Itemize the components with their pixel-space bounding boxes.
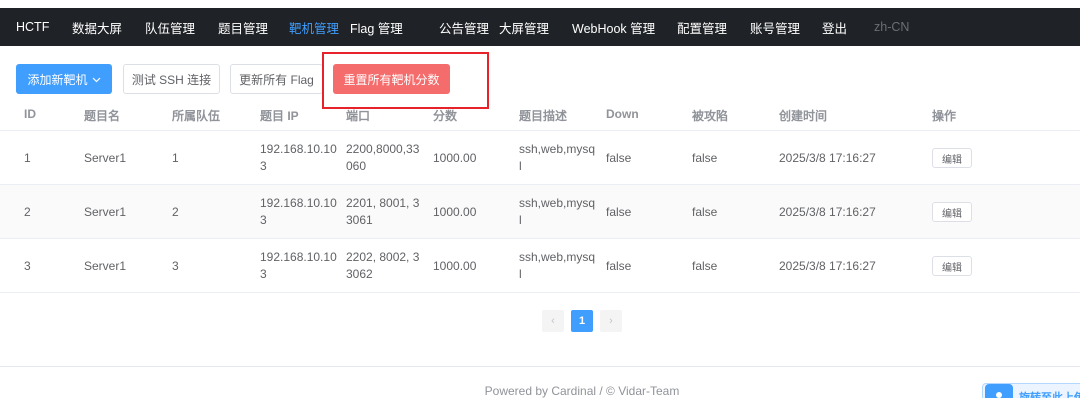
cell-description: ssh,web,mysq l	[519, 196, 596, 227]
pagination-page-1[interactable]: 1	[571, 310, 593, 332]
cell-ip: 192.168.10.10 3	[260, 250, 337, 281]
header-name: 题目名	[84, 109, 121, 123]
floating-upload-button[interactable]: 旋转至此上传	[982, 383, 1080, 398]
header-id: ID	[24, 107, 36, 121]
top-navbar: HCTF 数据大屏 队伍管理 题目管理 靶机管理 Flag 管理 公告管理 大屏…	[0, 8, 1080, 46]
cell-attacked: false	[692, 151, 718, 165]
cell-down: false	[606, 151, 632, 165]
cell-attacked: false	[692, 259, 718, 273]
header-attacked: 被攻陷	[692, 109, 729, 123]
header-team: 所属队伍	[172, 109, 221, 123]
update-all-flags-button[interactable]: 更新所有 Flag	[230, 64, 323, 94]
nav-item-config[interactable]: 配置管理	[677, 18, 750, 37]
cell-port: 2200,8000,33 060	[346, 142, 420, 173]
edit-button[interactable]: 编辑	[932, 148, 972, 168]
header-description: 题目描述	[519, 109, 568, 123]
nav-item-challenges[interactable]: 题目管理	[218, 18, 289, 37]
highlight-annotation-box	[322, 52, 489, 109]
cell-down: false	[606, 205, 632, 219]
nav-item-accounts[interactable]: 账号管理	[750, 18, 822, 37]
cell-created: 2025/3/8 17:16:27	[779, 259, 876, 273]
edit-button[interactable]: 编辑	[932, 202, 972, 222]
cell-created: 2025/3/8 17:16:27	[779, 205, 876, 219]
cell-id: 3	[24, 259, 31, 273]
edit-button[interactable]: 编辑	[932, 256, 972, 276]
cell-team: 2	[172, 205, 179, 219]
cell-port: 2202, 8002, 3 3062	[346, 250, 420, 281]
add-gamebox-button[interactable]: 添加新靶机	[16, 64, 112, 94]
cell-ip: 192.168.10.10 3	[260, 196, 337, 227]
floating-upload-label: 旋转至此上传	[1019, 392, 1080, 398]
cell-team: 3	[172, 259, 179, 273]
cell-id: 1	[24, 151, 31, 165]
cell-score: 1000.00	[433, 205, 477, 219]
cell-attacked: false	[692, 205, 718, 219]
test-ssh-button[interactable]: 测试 SSH 连接	[123, 64, 220, 94]
cell-name: Server1	[84, 205, 127, 219]
cell-name: Server1	[84, 259, 127, 273]
nav-item-logout[interactable]: 登出	[822, 18, 874, 37]
cell-ip: 192.168.10.10 3	[260, 142, 337, 173]
cell-down: false	[606, 259, 632, 273]
header-created: 创建时间	[779, 109, 828, 123]
nav-item-webhook[interactable]: WebHook 管理	[572, 18, 677, 37]
chevron-down-icon	[92, 72, 101, 86]
nav-item-screen-mgmt[interactable]: 大屏管理	[499, 18, 572, 37]
pagination-prev-button[interactable]: ‹	[542, 310, 564, 332]
header-ip: 题目 IP	[260, 109, 299, 123]
cell-created: 2025/3/8 17:16:27	[779, 151, 876, 165]
add-gamebox-label: 添加新靶机	[27, 72, 88, 87]
header-divider	[0, 130, 1080, 131]
row-divider	[0, 238, 1080, 239]
cell-description: ssh,web,mysq l	[519, 250, 596, 281]
cell-score: 1000.00	[433, 151, 477, 165]
footer-text: Powered by Cardinal / © Vidar-Team	[484, 384, 680, 398]
nav-item-data-screen[interactable]: 数据大屏	[72, 18, 145, 37]
cell-name: Server1	[84, 151, 127, 165]
header-down: Down	[606, 107, 639, 121]
upload-icon	[985, 384, 1013, 398]
footer-divider	[0, 366, 1080, 367]
cell-score: 1000.00	[433, 259, 477, 273]
cell-id: 2	[24, 205, 31, 219]
nav-brand[interactable]: HCTF	[16, 20, 72, 34]
nav-item-notices[interactable]: 公告管理	[439, 18, 499, 37]
header-score: 分数	[433, 109, 458, 123]
cell-port: 2201, 8001, 3 3061	[346, 196, 420, 227]
row-divider	[0, 292, 1080, 293]
nav-language[interactable]: zh-CN	[874, 20, 909, 34]
nav-item-gamebox[interactable]: 靶机管理	[289, 18, 350, 37]
nav-item-teams[interactable]: 队伍管理	[145, 18, 218, 37]
cell-team: 1	[172, 151, 179, 165]
cell-description: ssh,web,mysq l	[519, 142, 596, 173]
header-port: 端口	[346, 109, 371, 123]
pagination-next-button[interactable]: ›	[600, 310, 622, 332]
header-action: 操作	[932, 109, 957, 123]
nav-item-flags[interactable]: Flag 管理	[350, 18, 439, 37]
